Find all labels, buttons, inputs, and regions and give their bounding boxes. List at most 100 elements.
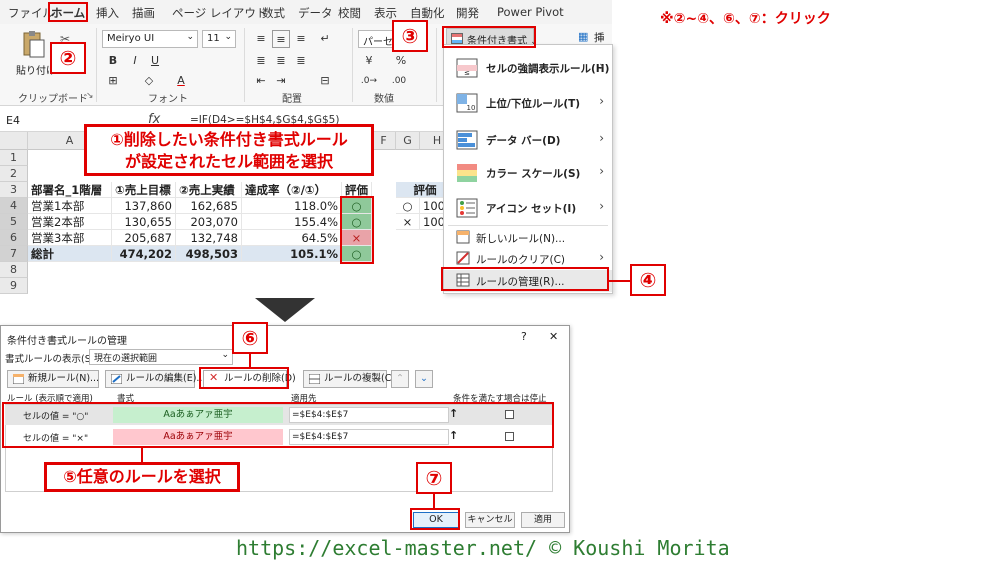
table-cell[interactable]: 営業3本部 bbox=[28, 230, 112, 246]
percent-button[interactable]: % bbox=[392, 52, 410, 70]
table-cell[interactable]: 137,860 bbox=[112, 198, 176, 214]
bold-button[interactable]: B bbox=[104, 52, 122, 70]
tab-formulas[interactable]: 数式 bbox=[262, 5, 285, 21]
table-cell[interactable]: 162,685 bbox=[176, 198, 242, 214]
table-header-cell[interactable]: ①売上目標 bbox=[112, 182, 176, 198]
align-top-icon[interactable]: ≡ bbox=[252, 30, 270, 48]
table-cell[interactable]: 営業1本部 bbox=[28, 198, 112, 214]
row-header[interactable]: 5 bbox=[0, 214, 28, 230]
cancel-button[interactable]: キャンセル bbox=[465, 512, 515, 528]
row-header[interactable]: 7 bbox=[0, 246, 28, 262]
font-size-combo[interactable]: 11 ⌄ bbox=[202, 30, 236, 48]
table-cell[interactable]: 118.0% bbox=[242, 198, 342, 214]
new-rule-button[interactable]: 新規ルール(N)... bbox=[7, 370, 99, 388]
tab-data[interactable]: データ bbox=[298, 5, 333, 21]
apply-button[interactable]: 適用 bbox=[521, 512, 565, 528]
font-name-combo[interactable]: Meiryo UI ⌄ bbox=[102, 30, 198, 48]
menu-item-highlight-rules[interactable]: ≤ セルの強調表示ルール(H) › bbox=[444, 53, 612, 83]
name-box[interactable]: E4 bbox=[6, 114, 20, 127]
indent-decrease-icon[interactable]: ⇤ bbox=[252, 72, 270, 90]
step-3-badge: ③ bbox=[392, 20, 428, 52]
column-header[interactable]: F bbox=[372, 132, 396, 150]
select-all-corner[interactable] bbox=[0, 132, 28, 150]
tab-draw[interactable]: 描画 bbox=[132, 5, 155, 21]
group-label-align: 配置 bbox=[282, 94, 302, 105]
table-cell[interactable]: ○ bbox=[396, 198, 420, 214]
show-rules-select[interactable]: 現在の選択範囲 ⌄ bbox=[89, 349, 233, 365]
group-separator bbox=[436, 28, 437, 102]
color-scale-icon bbox=[457, 164, 477, 182]
chevron-right-icon: › bbox=[599, 94, 604, 108]
dialog-launcher-icon[interactable]: ↘ bbox=[86, 91, 94, 101]
move-up-button[interactable]: ⌃ bbox=[391, 370, 409, 388]
menu-item-data-bars[interactable]: データ バー(D) › bbox=[444, 125, 612, 155]
wrap-text-icon[interactable]: ↵ bbox=[316, 30, 334, 48]
data-bar-icon bbox=[456, 130, 478, 150]
table-cell[interactable]: 130,655 bbox=[112, 214, 176, 230]
group-separator bbox=[244, 28, 245, 102]
table-cell[interactable]: × bbox=[396, 214, 420, 230]
table-total-cell[interactable]: 105.1% bbox=[242, 246, 342, 262]
duplicate-rule-button[interactable]: ルールの複製(C) bbox=[303, 370, 395, 388]
table-header-cell[interactable]: ②売上実績 bbox=[176, 182, 242, 198]
underline-button[interactable]: U bbox=[146, 52, 164, 70]
align-center-icon[interactable]: ≣ bbox=[272, 52, 290, 70]
chevron-up-icon: ⌃ bbox=[396, 373, 404, 384]
chevron-down-icon: ⌄ bbox=[221, 350, 229, 360]
currency-icon[interactable]: ¥ bbox=[360, 52, 378, 70]
row-header[interactable]: 6 bbox=[0, 230, 28, 246]
table-total-cell[interactable]: 474,202 bbox=[112, 246, 176, 262]
column-header[interactable]: G bbox=[396, 132, 420, 150]
tab-review[interactable]: 校閲 bbox=[338, 5, 361, 21]
menu-item-new-rule[interactable]: 新しいルール(N)... bbox=[444, 227, 612, 249]
table-total-cell[interactable]: 498,503 bbox=[176, 246, 242, 262]
tab-view[interactable]: 表示 bbox=[374, 5, 397, 21]
row-header[interactable]: 3 bbox=[0, 182, 28, 198]
tab-automate[interactable]: 自動化 bbox=[410, 5, 445, 21]
merge-icon[interactable]: ⊟ bbox=[316, 72, 334, 90]
align-left-icon[interactable]: ≣ bbox=[252, 52, 270, 70]
decrease-decimal-icon[interactable]: .00 bbox=[390, 72, 408, 90]
callout-connector bbox=[609, 280, 630, 282]
row-header[interactable]: 1 bbox=[0, 150, 28, 166]
indent-increase-icon[interactable]: ⇥ bbox=[272, 72, 290, 90]
table-cell[interactable]: 205,687 bbox=[112, 230, 176, 246]
row-header[interactable]: 4 bbox=[0, 198, 28, 214]
italic-button[interactable]: I bbox=[126, 52, 144, 70]
tab-power-pivot[interactable]: Power Pivot bbox=[497, 5, 564, 19]
chevron-down-icon: ⌄ bbox=[224, 32, 232, 42]
row-header[interactable]: 2 bbox=[0, 166, 28, 182]
move-down-button[interactable]: ⌄ bbox=[415, 370, 433, 388]
align-right-icon[interactable]: ≣ bbox=[292, 52, 310, 70]
help-icon[interactable]: ? bbox=[521, 330, 527, 343]
edit-rule-button[interactable]: ルールの編集(E)... bbox=[105, 370, 205, 388]
tab-page-layout[interactable]: ページ レイアウト bbox=[172, 5, 267, 21]
table-total-cell[interactable]: 総計 bbox=[28, 246, 112, 262]
tab-insert[interactable]: 挿入 bbox=[96, 5, 119, 21]
row-header[interactable]: 9 bbox=[0, 278, 28, 294]
fill-color-icon[interactable]: ◇ bbox=[140, 72, 158, 90]
duplicate-rule-label: ルールの複製(C) bbox=[324, 373, 396, 384]
border-icon[interactable]: ⊞ bbox=[104, 72, 122, 90]
group-separator bbox=[352, 28, 353, 102]
table-cell[interactable]: 132,748 bbox=[176, 230, 242, 246]
paste-icon[interactable] bbox=[20, 30, 46, 60]
row-header[interactable]: 8 bbox=[0, 262, 28, 278]
close-icon[interactable]: ✕ bbox=[549, 330, 558, 343]
tab-developer[interactable]: 開発 bbox=[456, 5, 479, 21]
font-color-button[interactable]: A bbox=[172, 72, 190, 90]
menu-item-top-bottom-rules[interactable]: 10 上位/下位ルール(T) › bbox=[444, 88, 612, 118]
table-cell[interactable]: 155.4% bbox=[242, 214, 342, 230]
align-bottom-icon[interactable]: ≡ bbox=[292, 30, 310, 48]
menu-item-icon-sets[interactable]: アイコン セット(I) › bbox=[444, 193, 612, 223]
svg-text:10: 10 bbox=[467, 104, 476, 112]
table-header-cell[interactable]: 達成率（②/①） bbox=[242, 182, 342, 198]
menu-item-color-scales[interactable]: カラー スケール(S) › bbox=[444, 158, 612, 188]
table-header-cell[interactable]: 部署名_1階層 bbox=[28, 182, 112, 198]
increase-decimal-icon[interactable]: .0→ bbox=[360, 72, 378, 90]
table-cell[interactable]: 64.5% bbox=[242, 230, 342, 246]
table-cell[interactable]: 営業2本部 bbox=[28, 214, 112, 230]
insert-cells-icon[interactable]: ▦ bbox=[578, 30, 588, 43]
align-middle-icon[interactable]: ≡ bbox=[272, 30, 290, 48]
table-cell[interactable]: 203,070 bbox=[176, 214, 242, 230]
